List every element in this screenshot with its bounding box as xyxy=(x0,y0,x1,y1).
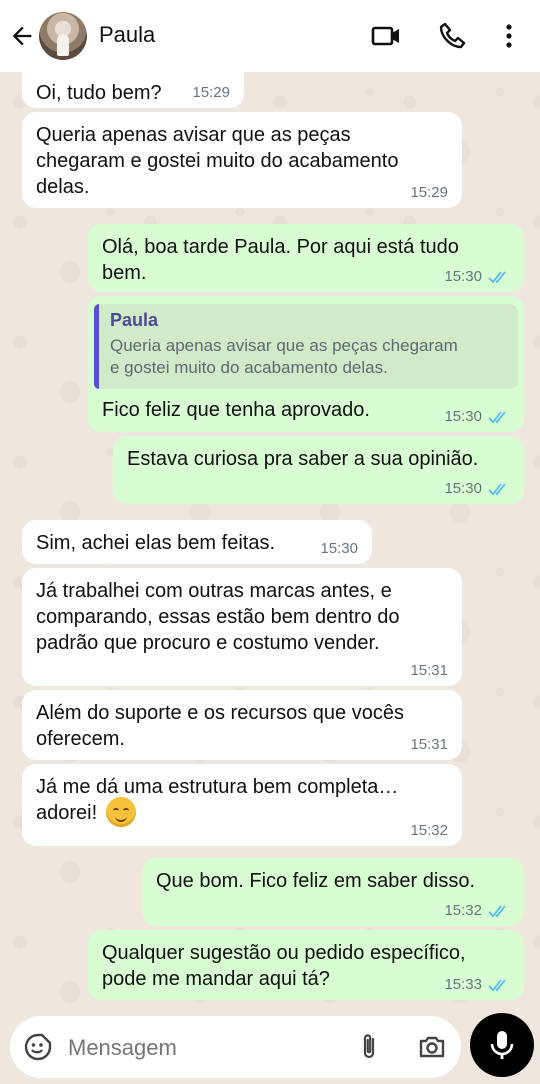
quoted-message[interactable]: Paula Queria apenas avisar que as peças … xyxy=(94,304,518,389)
message-text: Sim, achei elas bem feitas. xyxy=(36,532,275,554)
message-bubble-outgoing[interactable]: Estava curiosa pra saber a sua opinião. … xyxy=(113,436,524,504)
message-text: Além do suporte e os recursos que vocês … xyxy=(36,702,404,750)
message-text: Já me dá uma estrutura bem completa… ado… xyxy=(36,776,399,824)
message-time: 15:32 xyxy=(410,822,448,839)
back-arrow-icon[interactable] xyxy=(8,22,36,50)
phone-icon[interactable] xyxy=(436,20,468,52)
double-check-icon xyxy=(488,904,506,917)
message-time: 15:30 xyxy=(320,540,358,557)
contact-name[interactable]: Paula xyxy=(99,22,155,48)
double-check-icon xyxy=(488,482,506,495)
quoted-text: Queria apenas avisar que as peças chegar… xyxy=(110,336,458,377)
video-call-icon[interactable] xyxy=(370,20,402,52)
message-bubble-incoming[interactable]: Já trabalhei com outras marcas antes, e … xyxy=(22,568,462,686)
message-composer xyxy=(10,1016,461,1078)
message-text: Que bom. Fico feliz em saber disso. xyxy=(156,870,476,892)
message-bubble-outgoing[interactable]: Que bom. Fico feliz em saber disso. 15:3… xyxy=(142,858,524,926)
voice-message-button[interactable] xyxy=(470,1013,534,1077)
message-bubble-outgoing[interactable]: Olá, boa tarde Paula. Por aqui está tudo… xyxy=(88,224,524,292)
message-bubble-incoming[interactable]: Oi, tudo bem? 15:29 xyxy=(22,72,244,108)
camera-icon[interactable] xyxy=(416,1031,448,1063)
avatar[interactable] xyxy=(39,12,87,60)
message-bubble-incoming[interactable]: Além do suporte e os recursos que vocês … xyxy=(22,690,462,760)
message-time: 15:32 xyxy=(444,902,482,919)
message-text: Já trabalhei com outras marcas antes, e … xyxy=(36,580,400,654)
message-bubble-incoming[interactable]: Já me dá uma estrutura bem completa… ado… xyxy=(22,764,462,846)
smiling-face-emoji-icon xyxy=(105,796,136,827)
message-time: 15:31 xyxy=(410,736,448,753)
double-check-icon xyxy=(488,270,506,283)
double-check-icon xyxy=(488,978,506,991)
message-bubble-incoming[interactable]: Sim, achei elas bem feitas. 15:30 xyxy=(22,520,372,564)
quoted-sender: Paula xyxy=(110,310,159,330)
message-bubble-incoming[interactable]: Queria apenas avisar que as peças chegar… xyxy=(22,112,462,208)
message-text: Estava curiosa pra saber a sua opinião. xyxy=(127,448,479,470)
message-bubble-outgoing[interactable]: Qualquer sugestão ou pedido específico, … xyxy=(88,930,524,1000)
message-list[interactable]: Oi, tudo bem? 15:29 Queria apenas avisar… xyxy=(0,72,540,1010)
attach-icon[interactable] xyxy=(354,1031,386,1063)
message-time: 15:33 xyxy=(444,976,482,993)
message-time: 15:31 xyxy=(410,662,448,679)
message-text: Queria apenas avisar que as peças chegar… xyxy=(36,124,399,198)
message-time: 15:30 xyxy=(444,268,482,285)
sticker-icon[interactable] xyxy=(22,1031,54,1063)
message-time: 15:30 xyxy=(444,480,482,497)
message-time: 15:29 xyxy=(410,184,448,201)
message-input[interactable] xyxy=(66,1032,350,1064)
mic-icon xyxy=(490,1031,514,1059)
message-time: 15:30 xyxy=(444,408,482,425)
double-check-icon xyxy=(488,410,506,423)
more-options-icon[interactable] xyxy=(493,20,525,52)
message-bubble-outgoing[interactable]: Paula Queria apenas avisar que as peças … xyxy=(88,296,524,432)
message-time: 15:29 xyxy=(192,84,230,101)
chat-header: Paula xyxy=(0,0,540,72)
